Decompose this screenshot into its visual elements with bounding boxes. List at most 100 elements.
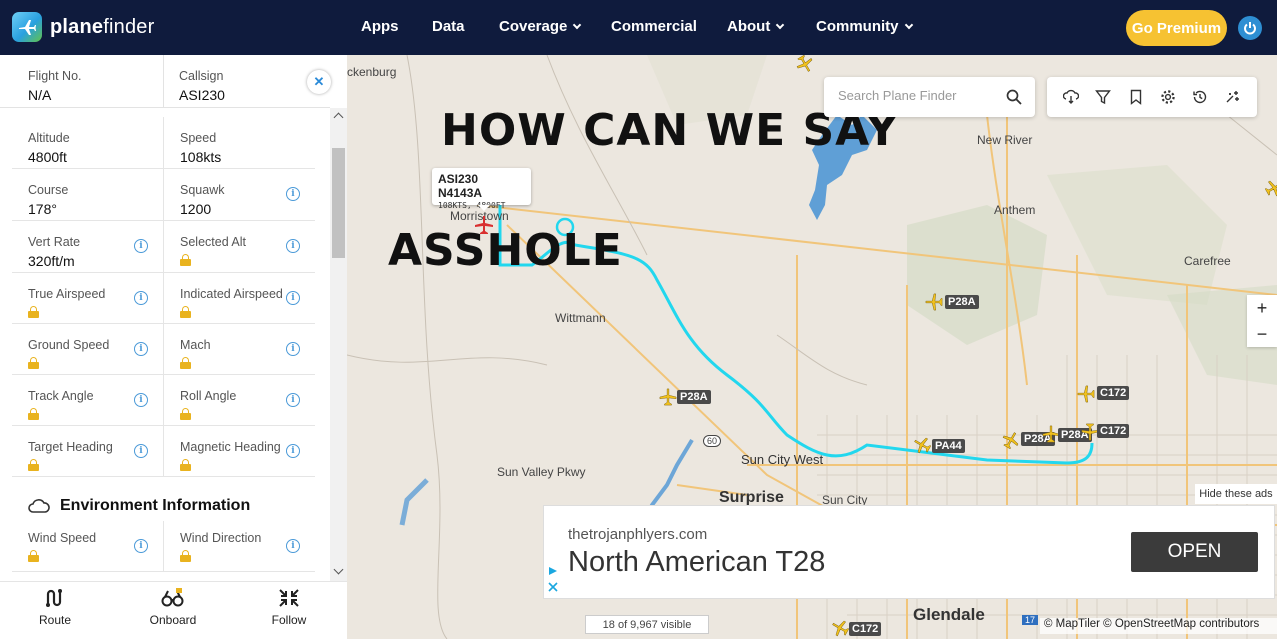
lock-icon	[180, 459, 191, 471]
filter-icon[interactable]	[1093, 87, 1113, 107]
detail-row: Target Heading i Magnetic Heading i	[12, 426, 315, 477]
info-icon[interactable]: i	[286, 393, 300, 407]
selected-flight-tooltip[interactable]: ASI230 N4143A 108KTS, 4800FT	[432, 168, 531, 211]
aircraft-icon[interactable]	[925, 293, 943, 311]
detail-value: 1200	[180, 201, 212, 217]
aircraft-icon[interactable]	[796, 55, 814, 73]
detail-cell: True Airspeed i	[12, 273, 163, 323]
ad-open-button[interactable]: OPEN	[1131, 532, 1258, 572]
zoom-controls: + −	[1247, 295, 1277, 347]
detail-row: Course 178° Squawk 1200 i	[12, 169, 315, 221]
nav-community[interactable]: Community	[816, 18, 913, 35]
bookmark-icon[interactable]	[1126, 87, 1146, 107]
detail-value: 108kts	[180, 149, 222, 165]
map-attribution[interactable]: © MapTiler © OpenStreetMap contributors	[1040, 618, 1277, 634]
nav-commercial[interactable]: Commercial	[611, 18, 697, 35]
lock-icon	[28, 306, 39, 318]
planefinder-logo[interactable]: planefinder	[12, 12, 154, 42]
detail-cell: Roll Angle i	[163, 375, 315, 425]
aircraft-tag[interactable]: C172	[849, 622, 882, 636]
place-glendale: Glendale	[913, 605, 985, 624]
detail-cell: Vert Rate 320ft/m i	[12, 221, 163, 272]
nav-apps[interactable]: Apps	[361, 18, 399, 35]
lock-icon	[28, 550, 39, 562]
aircraft-icon[interactable]	[913, 436, 931, 454]
info-icon[interactable]: i	[286, 342, 300, 356]
detail-label: Speed	[180, 131, 217, 145]
go-premium-button[interactable]: Go Premium	[1126, 10, 1227, 46]
aircraft-icon[interactable]	[1077, 385, 1095, 403]
info-icon[interactable]: i	[134, 539, 148, 553]
nav-about[interactable]: About	[727, 18, 785, 35]
info-icon[interactable]: i	[286, 187, 300, 201]
onboard-button[interactable]: Onboard	[133, 588, 213, 627]
aircraft-tag[interactable]: P28A	[677, 390, 711, 404]
detail-row: Vert Rate 320ft/m i Selected Alt i	[12, 221, 315, 273]
aircraft-tag[interactable]: C172	[1097, 424, 1130, 438]
info-icon[interactable]: i	[286, 539, 300, 553]
scroll-thumb[interactable]	[332, 148, 345, 258]
route-icon	[46, 589, 62, 607]
lock-icon	[180, 254, 191, 266]
aircraft-icon[interactable]	[659, 388, 677, 406]
aircraft-icon[interactable]	[831, 619, 849, 637]
panel-scrollbar[interactable]	[330, 108, 347, 581]
close-panel-button[interactable]: ✕	[307, 70, 331, 94]
binoculars-icon	[161, 588, 184, 607]
wind-speed-cell: Wind Speed i	[12, 521, 163, 571]
detail-cell: Course 178°	[12, 169, 163, 220]
map-toolbar	[1047, 77, 1257, 117]
info-icon[interactable]: i	[134, 393, 148, 407]
flight-map[interactable]: ckenburg New River Anthem Carefree Morri…	[347, 55, 1277, 639]
flight-header: Flight No. N/A Callsign ASI230	[0, 55, 330, 108]
info-icon[interactable]: i	[134, 342, 148, 356]
route-button[interactable]: Route	[15, 588, 95, 627]
follow-button[interactable]: Follow	[249, 588, 329, 627]
chevron-down-icon	[904, 20, 913, 29]
scroll-up-icon[interactable]	[333, 112, 344, 123]
aircraft-tag[interactable]: P28A	[945, 295, 979, 309]
search-input[interactable]	[838, 88, 998, 103]
env-row: Wind Speed i Wind Direction i	[12, 521, 315, 572]
history-icon[interactable]	[1190, 87, 1210, 107]
settings-gear-icon[interactable]	[1158, 87, 1178, 107]
detail-cell: Mach i	[163, 324, 315, 374]
lock-icon	[180, 306, 191, 318]
info-icon[interactable]: i	[286, 291, 300, 305]
highway-17-shield: 17	[1022, 615, 1039, 625]
nav-data[interactable]: Data	[432, 18, 465, 35]
info-icon[interactable]: i	[286, 444, 300, 458]
info-icon[interactable]: i	[134, 239, 148, 253]
search-icon[interactable]	[1006, 89, 1022, 105]
advertisement-banner[interactable]: thetrojanphlyers.com North American T28 …	[543, 505, 1275, 599]
aircraft-tag[interactable]: PA44	[932, 439, 965, 453]
hide-ads-button[interactable]: Hide these ads	[1195, 484, 1277, 504]
logo-text-finder: finder	[103, 15, 155, 38]
visible-aircraft-count: 18 of 9,967 visible	[585, 615, 709, 634]
ad-close-icon[interactable]	[548, 582, 558, 592]
wind-direction-cell: Wind Direction i	[163, 521, 315, 571]
info-icon[interactable]: i	[286, 239, 300, 253]
overlay-caption-bottom: ASSHOLE	[388, 225, 623, 276]
zoom-out-button[interactable]: −	[1257, 324, 1268, 345]
detail-cell: Indicated Airspeed i	[163, 273, 315, 323]
weather-icon[interactable]	[1061, 87, 1081, 107]
detail-cell: Track Angle i	[12, 375, 163, 425]
zoom-in-button[interactable]: +	[1257, 298, 1268, 319]
ad-title[interactable]: North American T28	[568, 546, 825, 579]
aircraft-icon[interactable]	[1265, 179, 1277, 197]
adchoices-icon[interactable]	[548, 566, 558, 576]
detail-cell: Speed 108kts	[163, 117, 315, 168]
search-box[interactable]	[824, 77, 1035, 117]
close-icon: ✕	[313, 74, 325, 89]
info-icon[interactable]: i	[134, 291, 148, 305]
detail-label: Altitude	[28, 131, 70, 145]
nav-coverage[interactable]: Coverage	[499, 18, 582, 35]
ar-sparkle-icon[interactable]	[1223, 87, 1243, 107]
info-icon[interactable]: i	[134, 444, 148, 458]
power-icon[interactable]	[1238, 16, 1262, 40]
scroll-down-icon[interactable]	[333, 564, 344, 575]
detail-cell: Ground Speed i	[12, 324, 163, 374]
aircraft-icon[interactable]	[1002, 431, 1020, 449]
aircraft-tag[interactable]: C172	[1097, 386, 1130, 400]
